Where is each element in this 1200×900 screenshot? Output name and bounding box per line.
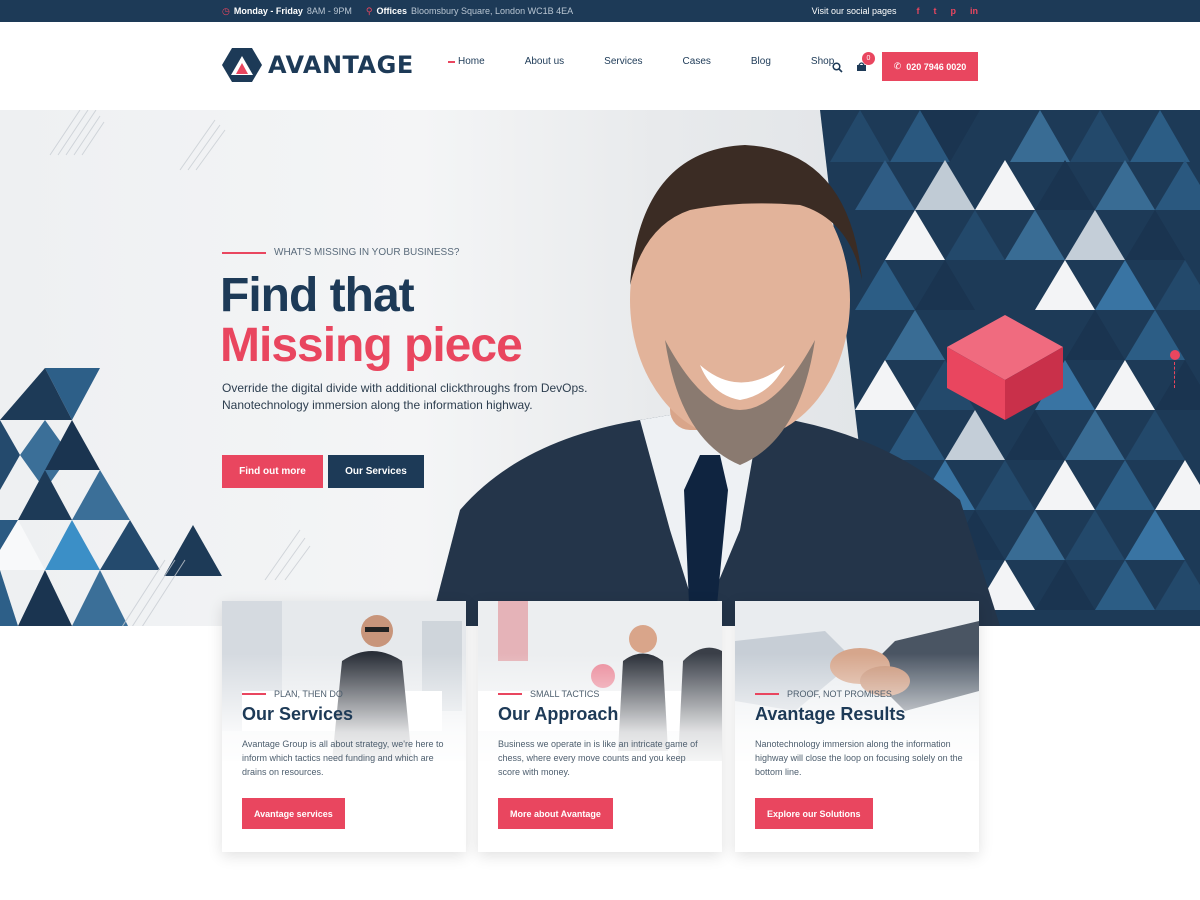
card-services: PLAN, THEN DO Our Services Avantage Grou… [222, 601, 466, 852]
cart-count-badge: 0 [862, 52, 875, 65]
hero-title-line1: Find that [220, 269, 415, 322]
nav-blog[interactable]: Blog [751, 56, 771, 67]
social-label: Visit our social pages [811, 6, 897, 16]
nav-cases[interactable]: Cases [683, 56, 711, 67]
hero-title-line2: Missing piece [220, 319, 523, 372]
hero-eyebrow-text: WHAT'S MISSING IN YOUR BUSINESS? [274, 247, 460, 258]
site-header: AVANTAGE Home About us Services Cases Bl… [0, 22, 1200, 110]
main-nav: Home About us Services Cases Blog Shop [448, 56, 874, 67]
hero-section: WHAT'S MISSING IN YOUR BUSINESS? Find th… [0, 110, 1200, 626]
phone-number: 020 7946 0020 [906, 61, 967, 72]
logo-hexagon-icon [222, 48, 262, 82]
location-pin-icon: ⚲ [365, 5, 373, 16]
facebook-icon[interactable]: f [917, 6, 920, 16]
hero-description: Override the digital divide with additio… [222, 381, 588, 412]
card-text: Avantage Group is all about strategy, we… [242, 739, 444, 777]
slider-dot[interactable] [1170, 350, 1180, 360]
card-eyebrow-text: PLAN, THEN DO [274, 689, 343, 699]
card-eyebrow: PROOF, NOT PROMISES [755, 689, 892, 699]
nav-shop[interactable]: Shop [811, 56, 834, 67]
more-about-avantage-button[interactable]: More about Avantage [498, 798, 613, 829]
card-eyebrow: SMALL TACTICS [498, 689, 599, 699]
card-text: Business we operate in is like an intric… [498, 739, 698, 777]
find-out-more-button[interactable]: Find out more [222, 455, 323, 488]
card-eyebrow-text: SMALL TACTICS [530, 689, 600, 699]
offices-info: ⚲ Offices Bloomsbury Square, London WC1B… [366, 6, 573, 17]
card-title: Our Approach [498, 704, 619, 724]
explore-solutions-button[interactable]: Explore our Solutions [755, 798, 873, 829]
pinterest-icon[interactable]: p [951, 6, 957, 16]
logo-text: AVANTAGE [268, 51, 414, 79]
eyebrow-line [222, 251, 266, 254]
offices-label: Offices [376, 6, 407, 16]
card-eyebrow: PLAN, THEN DO [242, 689, 343, 699]
our-services-button[interactable]: Our Services [328, 455, 424, 488]
phone-button[interactable]: ✆ 020 7946 0020 [882, 52, 978, 81]
hero-eyebrow: WHAT'S MISSING IN YOUR BUSINESS? [222, 247, 459, 258]
card-eyebrow-text: PROOF, NOT PROMISES [787, 689, 892, 699]
top-info-bar: ◷ Monday - Friday 8AM - 9PM ⚲ Offices Bl… [0, 0, 1200, 22]
nav-home[interactable]: Home [448, 56, 485, 67]
offices-value: Bloomsbury Square, London WC1B 4EA [411, 6, 574, 16]
card-title: Avantage Results [755, 704, 906, 724]
hours-info: ◷ Monday - Friday 8AM - 9PM [222, 6, 352, 17]
clock-icon: ◷ [222, 5, 230, 16]
card-text: Nanotechnology immersion along the infor… [755, 739, 963, 777]
twitter-icon[interactable]: t [934, 6, 937, 16]
nav-services[interactable]: Services [604, 56, 642, 67]
hours-value: 8AM - 9PM [306, 6, 352, 16]
hours-label: Monday - Friday [233, 6, 303, 16]
phone-icon: ✆ [893, 61, 902, 71]
hero-graphic [0, 110, 1200, 626]
avantage-services-button[interactable]: Avantage services [242, 798, 345, 829]
card-results: PROOF, NOT PROMISES Avantage Results Nan… [735, 601, 979, 852]
linkedin-icon[interactable]: in [970, 6, 978, 16]
slider-line [1174, 362, 1175, 388]
card-title: Our Services [242, 704, 354, 724]
search-icon[interactable] [832, 60, 843, 78]
nav-about[interactable]: About us [525, 56, 564, 67]
card-approach: SMALL TACTICS Our Approach Business we o… [478, 601, 722, 852]
site-logo[interactable]: AVANTAGE [222, 47, 414, 83]
